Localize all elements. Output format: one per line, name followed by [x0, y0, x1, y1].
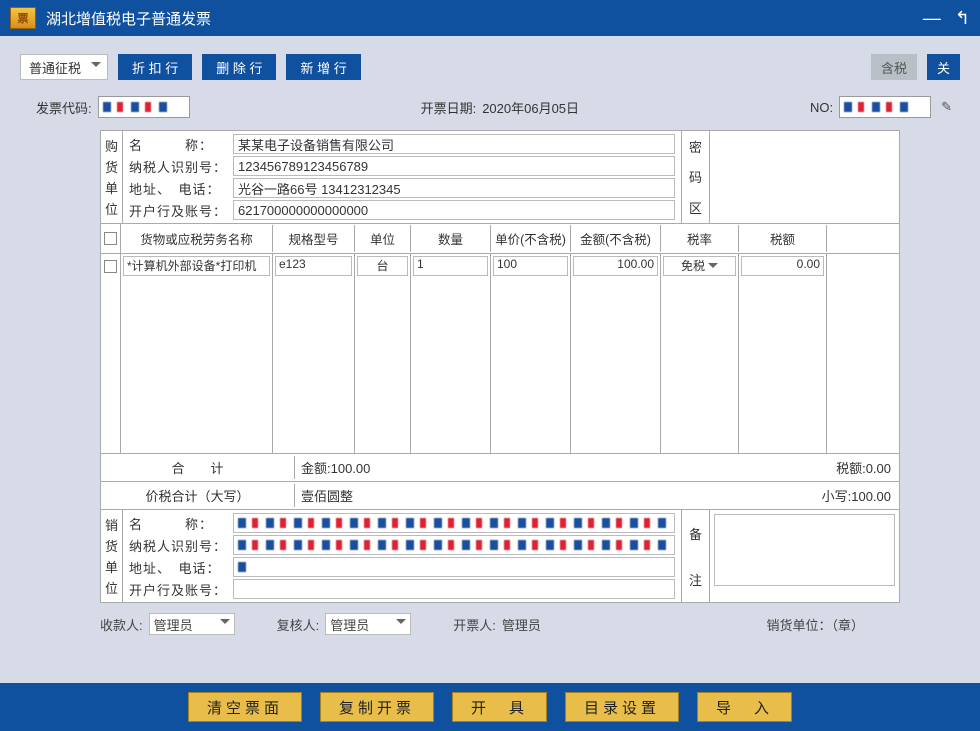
payee-label: 收款人: [100, 615, 143, 634]
seller-taxid-input[interactable] [233, 535, 675, 555]
select-all-checkbox[interactable] [104, 232, 117, 245]
catalog-button[interactable]: 目录设置 [565, 692, 679, 722]
back-icon[interactable]: ↰ [955, 8, 970, 29]
edit-no-icon[interactable]: ✎ [941, 99, 952, 115]
toolbar: 普通征税 折 扣 行 删 除 行 新 增 行 含税 关 [20, 54, 960, 80]
daxie-value: 壹佰圆整 [295, 486, 822, 505]
discount-row-button[interactable]: 折 扣 行 [118, 54, 192, 80]
items-body: *计算机外部设备*打印机 e123 台 1 100 100.00 免税 0.00 [101, 254, 899, 454]
import-button[interactable]: 导 入 [697, 692, 792, 722]
password-vert-label: 密 码 区 [681, 131, 709, 223]
item-unit-input[interactable]: 台 [357, 256, 408, 276]
invoice-no-label: NO: [810, 100, 833, 115]
heji-label: 合 计 [101, 456, 295, 479]
tax-prefix: 税额: [836, 461, 866, 476]
close-button[interactable]: 关 [927, 54, 960, 80]
seller-bank-label: 开户行及账号： [129, 580, 231, 599]
amount-prefix: 金额: [301, 461, 331, 476]
include-tax-button[interactable]: 含税 [871, 54, 917, 80]
issuer-label: 开票人: [453, 615, 496, 634]
footer-toolbar: 清空票面 复制开票 开 具 目录设置 导 入 [0, 683, 980, 731]
item-tax-input[interactable]: 0.00 [741, 256, 824, 276]
remark-box[interactable] [709, 510, 899, 602]
xiaoxie-value: 100.00 [851, 489, 891, 504]
remark-vert-label: 备 注 [681, 510, 709, 602]
item-price-input[interactable]: 100 [493, 256, 568, 276]
titlebar: 票 湖北增值税电子普通发票 — ↰ [0, 0, 980, 36]
password-area [709, 131, 899, 223]
item-spec-input[interactable]: e123 [275, 256, 352, 276]
col-price: 单价(不含税) [491, 225, 571, 252]
issue-date-value: 2020年06月05日 [482, 98, 579, 117]
reviewer-dropdown[interactable]: 管理员 [325, 613, 411, 635]
buyer-name-input[interactable]: 某某电子设备销售有限公司 [233, 134, 675, 154]
issue-button[interactable]: 开 具 [452, 692, 547, 722]
copy-issue-button[interactable]: 复制开票 [320, 692, 434, 722]
buyer-addr-label: 地址、 电话： [129, 179, 231, 198]
tax-mode-dropdown[interactable]: 普通征税 [20, 54, 108, 80]
stamp-label: 销货单位：（章） [766, 615, 864, 634]
issuer-value: 管理员 [502, 615, 541, 634]
col-rate: 税率 [661, 225, 739, 252]
minimize-icon[interactable]: — [923, 8, 941, 29]
col-unit: 单位 [355, 225, 411, 252]
amount-value: 100.00 [331, 461, 371, 476]
issue-date-label: 开票日期: [421, 98, 477, 117]
seller-name-input[interactable] [233, 513, 675, 533]
invoice-code-value[interactable] [98, 96, 190, 118]
seller-addr-label: 地址、 电话： [129, 558, 231, 577]
buyer-bank-label: 开户行及账号： [129, 201, 231, 220]
buyer-taxid-input[interactable]: 123456789123456789 [233, 156, 675, 176]
app-logo-icon: 票 [10, 7, 36, 29]
invoice-code-label: 发票代码: [36, 98, 92, 117]
buyer-addr-input[interactable]: 光谷一路66号 13412312345 [233, 178, 675, 198]
buyer-name-label: 名 称： [129, 135, 231, 154]
items-header: 货物或应税劳务名称 规格型号 单位 数量 单价(不含税) 金额(不含税) 税率 … [101, 224, 899, 254]
item-amount-input[interactable]: 100.00 [573, 256, 658, 276]
delete-row-button[interactable]: 删 除 行 [202, 54, 276, 80]
sum-row: 价税合计（大写） 壹佰圆整 小写:100.00 [101, 482, 899, 510]
daxie-label: 价税合计（大写） [101, 484, 295, 507]
row-checkbox[interactable] [104, 260, 117, 273]
col-spec: 规格型号 [273, 225, 355, 252]
buyer-section: 购 货 单 位 名 称： 某某电子设备销售有限公司 纳税人识别号： 123456… [101, 131, 899, 224]
buyer-bank-input[interactable]: 621700000000000000 [233, 200, 675, 220]
buyer-taxid-label: 纳税人识别号： [129, 157, 231, 176]
tax-value: 0.00 [866, 461, 891, 476]
document-header: 发票代码: 开票日期: 2020年06月05日 NO: ✎ [0, 88, 980, 126]
buyer-vert-label: 购 货 单 位 [101, 131, 123, 223]
clear-button[interactable]: 清空票面 [188, 692, 302, 722]
item-name-input[interactable]: *计算机外部设备*打印机 [123, 256, 270, 276]
col-qty: 数量 [411, 225, 491, 252]
add-row-button[interactable]: 新 增 行 [286, 54, 360, 80]
reviewer-label: 复核人: [277, 615, 320, 634]
seller-taxid-label: 纳税人识别号： [129, 536, 231, 555]
payee-dropdown[interactable]: 管理员 [149, 613, 235, 635]
seller-name-label: 名 称： [129, 514, 231, 533]
item-rate-dropdown[interactable]: 免税 [663, 256, 736, 276]
seller-addr-input[interactable] [233, 557, 675, 577]
seller-section: 销 货 单 位 名 称： 纳税人识别号： 地址、 电话： [101, 510, 899, 602]
col-tax: 税额 [739, 225, 827, 252]
total-row: 合 计 金额:100.00 税额:0.00 [101, 454, 899, 482]
col-name: 货物或应税劳务名称 [121, 225, 273, 252]
item-qty-input[interactable]: 1 [413, 256, 488, 276]
seller-bank-input[interactable] [233, 579, 675, 599]
window-title: 湖北增值税电子普通发票 [46, 8, 923, 29]
xiaoxie-prefix: 小写: [822, 489, 852, 504]
invoice-no-value[interactable] [839, 96, 931, 118]
signatures-row: 收款人: 管理员 复核人: 管理员 开票人: 管理员 销货单位：（章） [100, 603, 900, 635]
seller-vert-label: 销 货 单 位 [101, 510, 123, 602]
col-amt: 金额(不含税) [571, 225, 661, 252]
